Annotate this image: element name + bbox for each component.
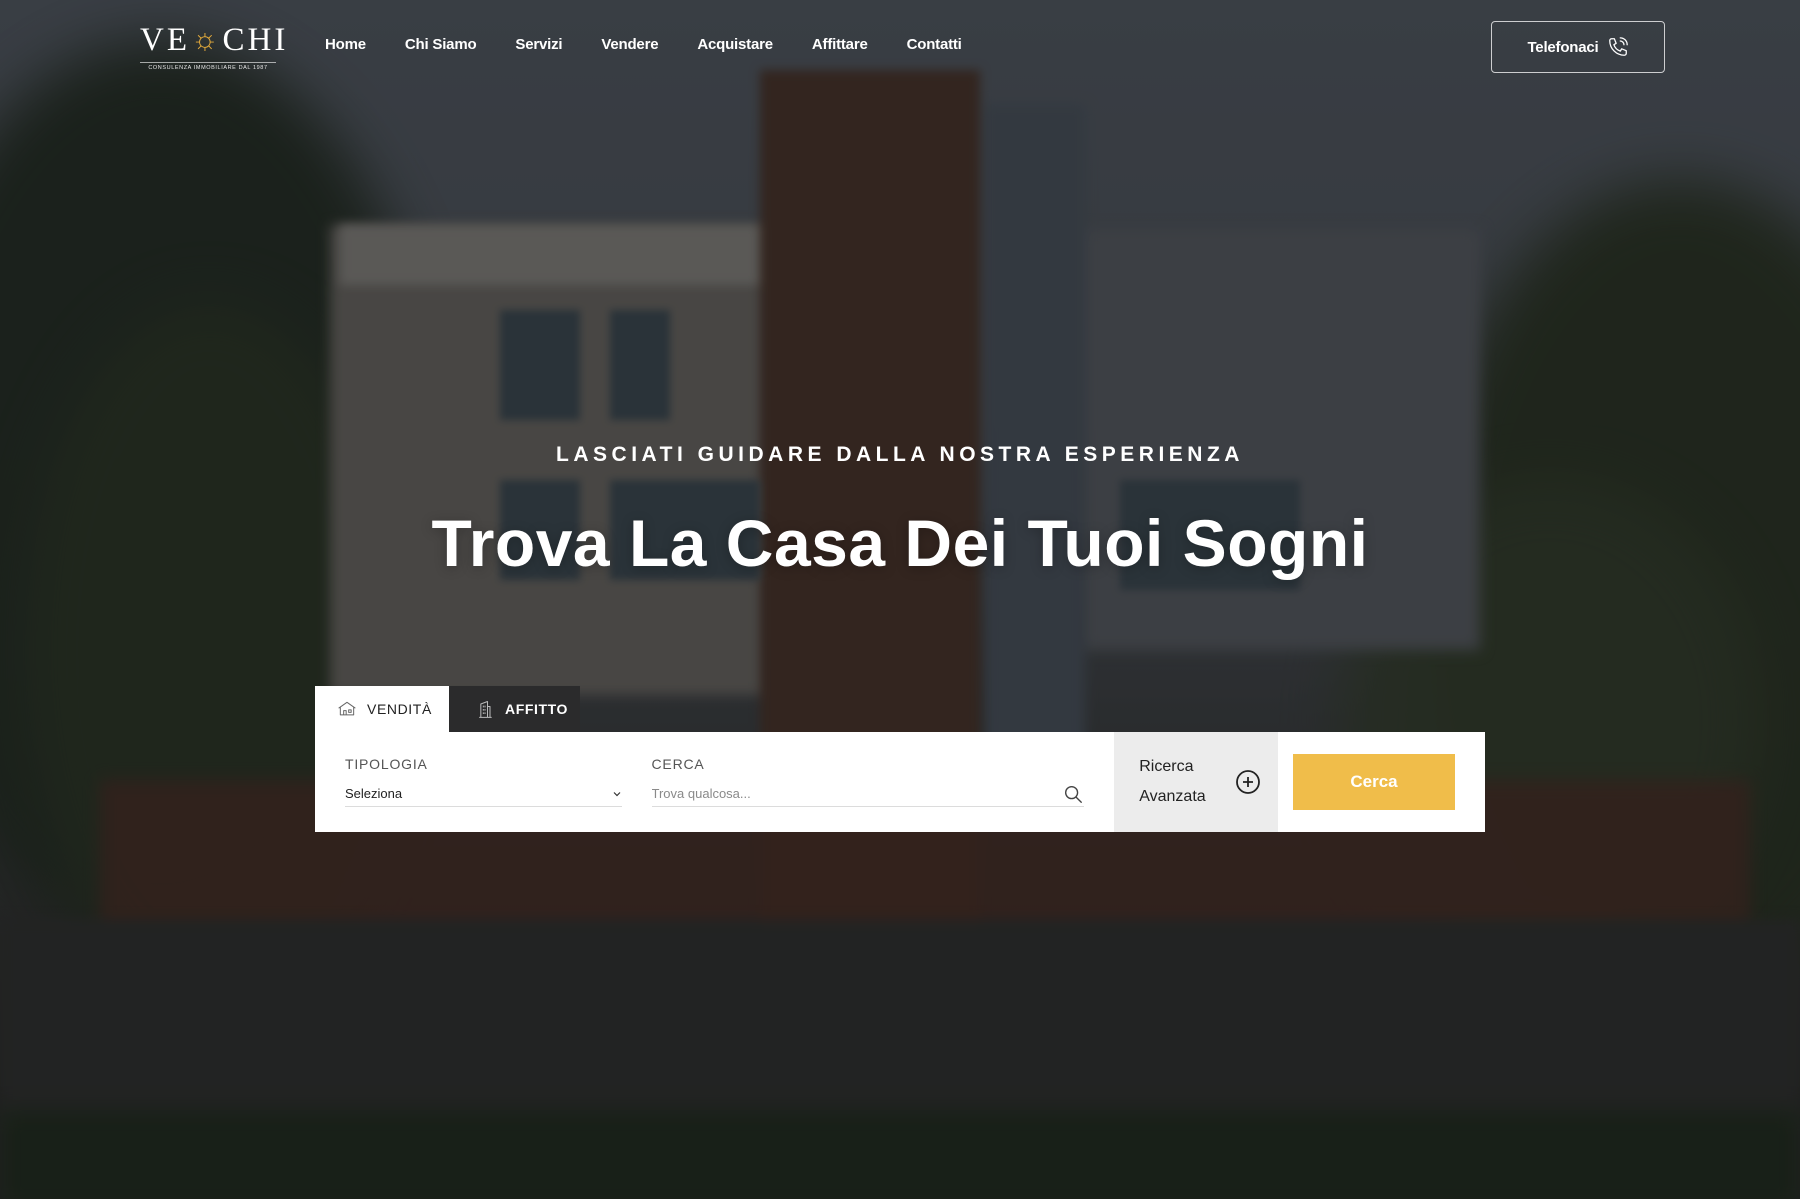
house-icon bbox=[338, 701, 356, 716]
advanced-search-label: Ricerca Avanzata bbox=[1139, 758, 1206, 805]
logo-tagline: CONSULENZA IMMOBILIARE DAL 1987 bbox=[140, 62, 276, 71]
cerca-control bbox=[651, 781, 1085, 807]
nav-link-chi-siamo[interactable]: Chi Siamo bbox=[405, 36, 477, 53]
logo-text-left: VE bbox=[140, 22, 190, 58]
sun-icon: ☼ bbox=[191, 23, 222, 56]
hero-title: Trova La Casa Dei Tuoi Sogni bbox=[431, 506, 1369, 580]
plus-circle-icon bbox=[1236, 770, 1261, 794]
cerca-label: CERCA bbox=[651, 756, 705, 772]
nav-link-contatti[interactable]: Contatti bbox=[907, 36, 962, 53]
tab-affitto[interactable]: AFFITTO bbox=[449, 686, 580, 732]
site-header: VE ☼ CHI CONSULENZA IMMOBILIARE DAL 1987… bbox=[0, 0, 1800, 95]
nav-link-servizi[interactable]: Servizi bbox=[515, 36, 562, 53]
nav-link-home[interactable]: Home bbox=[325, 36, 366, 53]
tipologia-value: Seleziona bbox=[345, 786, 403, 801]
tab-affitto-label: AFFITTO bbox=[505, 701, 569, 717]
property-search-form: TIPOLOGIA Seleziona CERCA Ricerca Avanza… bbox=[315, 732, 1485, 832]
tipologia-label: TIPOLOGIA bbox=[345, 756, 428, 772]
phone-icon bbox=[1608, 37, 1628, 56]
tab-vendita[interactable]: VENDITÀ bbox=[315, 686, 449, 732]
chevron-down-icon bbox=[613, 791, 620, 796]
call-button[interactable]: Telefonaci bbox=[1491, 21, 1665, 73]
hero-background-image bbox=[0, 0, 1800, 1199]
tipologia-select[interactable]: Seleziona bbox=[345, 781, 622, 807]
nav-link-vendere[interactable]: Vendere bbox=[601, 36, 658, 53]
hero-eyebrow: LASCIATI GUIDARE DALLA NOSTRA ESPERIENZA bbox=[556, 443, 1244, 466]
search-icon[interactable] bbox=[1062, 783, 1084, 805]
call-button-label: Telefonaci bbox=[1527, 38, 1599, 56]
search-tabs: VENDITÀ AFFITTO bbox=[315, 686, 580, 732]
cerca-field: CERCA bbox=[651, 732, 1085, 832]
main-nav: Home Chi Siamo Servizi Vendere Acquistar… bbox=[325, 36, 962, 53]
tab-vendita-label: VENDITÀ bbox=[367, 701, 432, 717]
logo-text-right: CHI bbox=[222, 22, 289, 58]
brand-logo[interactable]: VE ☼ CHI CONSULENZA IMMOBILIARE DAL 1987 bbox=[140, 22, 285, 72]
search-input[interactable] bbox=[651, 786, 1012, 801]
advanced-search-toggle[interactable]: Ricerca Avanzata bbox=[1114, 732, 1278, 832]
search-submit-button[interactable]: Cerca bbox=[1292, 754, 1455, 810]
nav-link-acquistare[interactable]: Acquistare bbox=[697, 36, 773, 53]
building-icon bbox=[479, 701, 492, 718]
nav-link-affittare[interactable]: Affittare bbox=[812, 36, 868, 53]
tipologia-field: TIPOLOGIA Seleziona bbox=[345, 732, 622, 832]
